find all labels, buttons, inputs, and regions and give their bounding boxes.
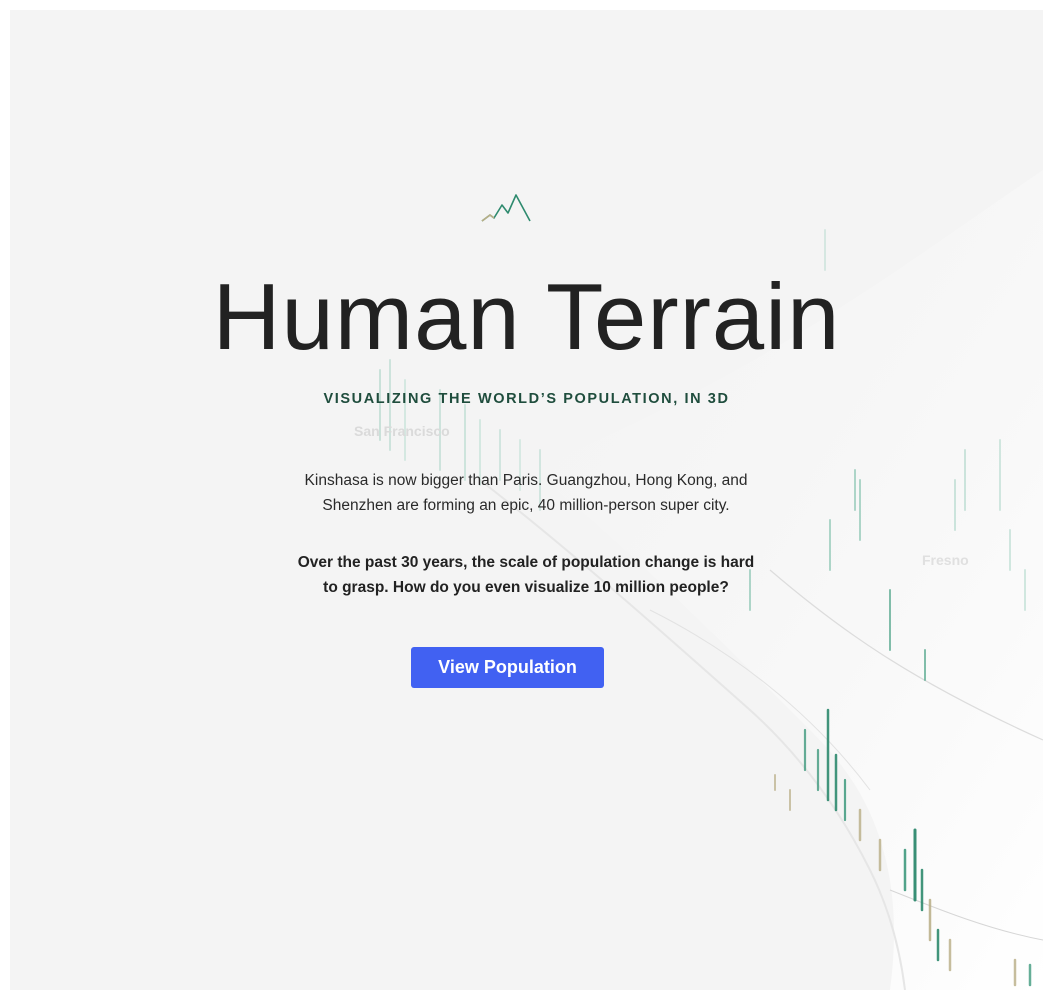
view-population-button[interactable]: View Population xyxy=(411,647,604,688)
intro-line: Kinshasa is now bigger than Paris. Guang… xyxy=(304,472,748,489)
mountain-peaks-icon xyxy=(481,194,531,222)
question-paragraph: Over the past 30 years, the scale of pop… xyxy=(226,550,826,600)
page: San Francisco Fresno Human Terrain VISUA… xyxy=(0,0,1043,990)
intro-paragraph: Kinshasa is now bigger than Paris. Guang… xyxy=(226,468,826,518)
page-subtitle: VISUALIZING THE WORLD’S POPULATION, IN 3… xyxy=(323,391,730,407)
intro-line: Shenzhen are forming an epic, 40 million… xyxy=(322,497,730,514)
hero-section: San Francisco Fresno Human Terrain VISUA… xyxy=(10,10,1043,990)
question-line: to grasp. How do you even visualize 10 m… xyxy=(323,579,729,596)
question-line: Over the past 30 years, the scale of pop… xyxy=(297,554,755,571)
hero-content: Human Terrain VISUALIZING THE WORLD’S PO… xyxy=(10,10,1043,990)
page-title: Human Terrain xyxy=(212,264,841,369)
